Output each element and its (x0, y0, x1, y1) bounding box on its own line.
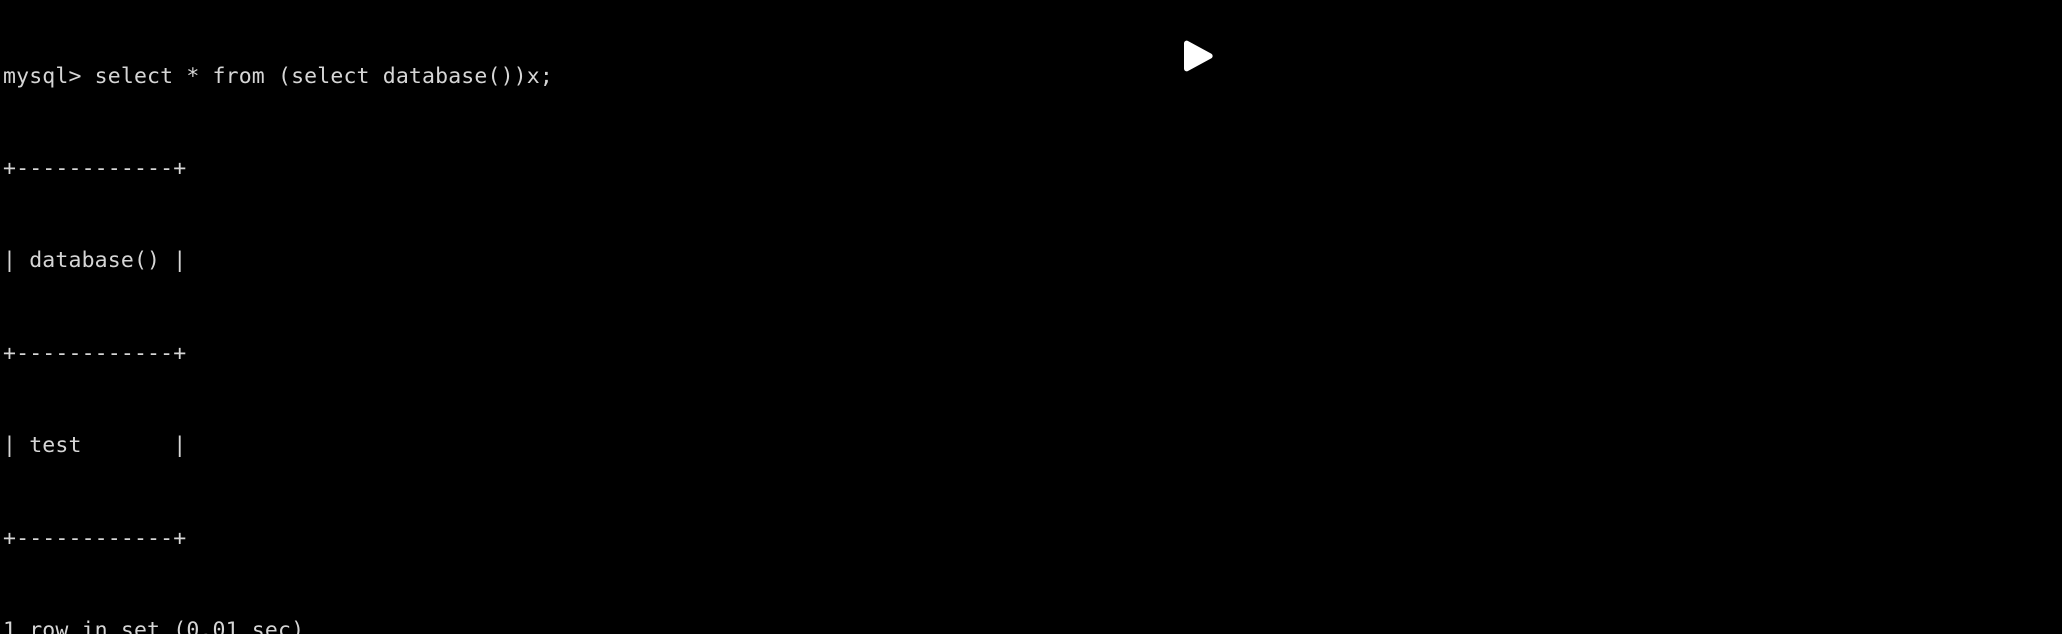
terminal-line: | database() | (3, 248, 187, 274)
terminal-line: 1 row in set (0.01 sec) (3, 617, 305, 634)
terminal-line: +------------+ (3, 155, 187, 181)
terminal-line: mysql> select * from (select database())… (3, 63, 553, 89)
play-icon (1184, 40, 1213, 72)
terminal-line: +------------+ (3, 525, 187, 551)
play-button[interactable] (1178, 38, 1216, 74)
terminal-line: +------------+ (3, 340, 187, 366)
terminal-output[interactable]: mysql> select * from (select database())… (0, 0, 1731, 634)
terminal-window[interactable]: mysql> select * from (select database())… (0, 0, 2062, 634)
terminal-line: | test | (3, 433, 187, 459)
